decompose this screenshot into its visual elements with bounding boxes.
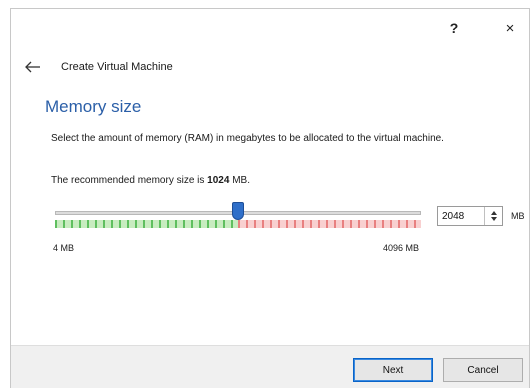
slider-min-label: 4 MB — [53, 243, 75, 253]
recommend-suffix: MB. — [229, 175, 250, 186]
button-bar: Next Cancel — [11, 345, 529, 388]
spin-arrows-icon[interactable] — [484, 207, 502, 225]
close-button[interactable]: × — [495, 16, 525, 40]
dialog-window: ? × Create Virtual Machine Memory size S… — [10, 8, 530, 388]
wizard-title: Create Virtual Machine — [61, 61, 173, 73]
next-button[interactable]: Next — [353, 358, 433, 382]
memory-spinbox[interactable] — [437, 206, 503, 226]
memory-slider[interactable] — [51, 199, 426, 239]
recommend-prefix: The recommended memory size is — [51, 175, 208, 186]
memory-input[interactable] — [438, 207, 484, 225]
page-title: Memory size — [45, 97, 142, 116]
warning-range-bar — [237, 220, 421, 228]
next-button-label: Next — [382, 364, 404, 376]
slider-handle[interactable] — [231, 202, 244, 220]
back-arrow-icon[interactable] — [23, 58, 43, 76]
slider-range-indicator — [55, 220, 421, 228]
safe-range-bar — [55, 220, 238, 228]
recommendation-text: The recommended memory size is 1024 MB. — [51, 175, 250, 186]
recommend-value: 1024 — [207, 175, 230, 186]
unit-label: MB — [511, 211, 525, 221]
slider-max-label: 4096 MB — [383, 243, 420, 253]
description-text: Select the amount of memory (RAM) in meg… — [51, 133, 444, 144]
help-button[interactable]: ? — [439, 16, 469, 40]
cancel-button-label: Cancel — [467, 364, 499, 376]
cancel-button[interactable]: Cancel — [443, 358, 523, 382]
